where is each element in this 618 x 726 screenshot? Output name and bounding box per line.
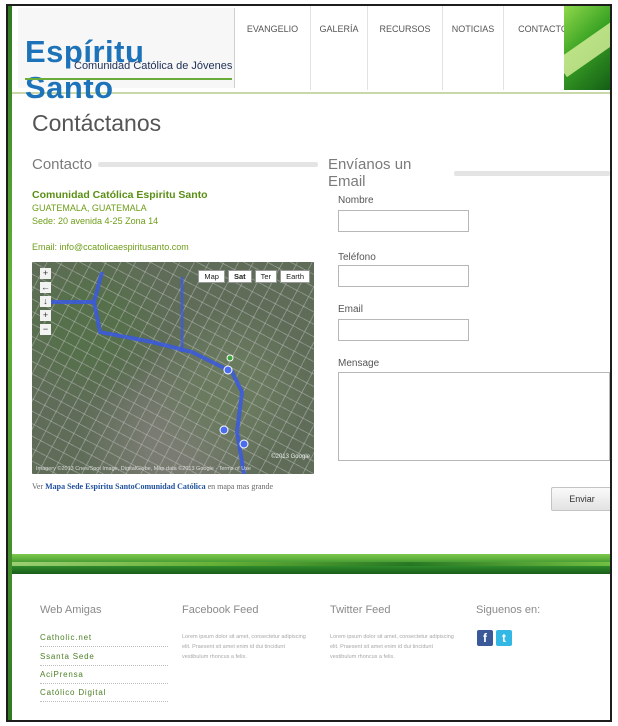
facebook-glyph: f <box>483 631 487 645</box>
page-title: Contáctanos <box>32 110 162 136</box>
web-amigas-heading: Web Amigas <box>40 604 102 616</box>
email-label: Email <box>338 304 364 315</box>
map-type-ter[interactable]: Ter <box>254 270 278 283</box>
facebook-feed-heading: Facebook Feed <box>182 604 259 616</box>
site-logo[interactable]: Espíritu Santo Comunidad Católica de Jóv… <box>18 8 235 105</box>
browser-frame: Espíritu Santo Comunidad Católica de Jóv… <box>6 4 612 722</box>
map-routes <box>42 271 249 474</box>
name-field[interactable] <box>338 210 469 232</box>
phone-label: Teléfono <box>338 252 376 263</box>
name-label: Nombre <box>338 195 374 206</box>
email-field[interactable] <box>338 319 469 341</box>
footer-link-catolico-digital[interactable]: Católico Digital <box>40 688 168 702</box>
nav-galeria[interactable]: GALERÍA <box>311 6 368 90</box>
contact-email[interactable]: Email: info@ccatolicaespiritusanto.com <box>32 242 189 252</box>
phone-field[interactable] <box>338 265 469 287</box>
zoom-out-icon[interactable]: − <box>40 324 51 335</box>
footer-link-santa-sede[interactable]: Ssanta Sede <box>40 652 168 666</box>
org-name: Comunidad Católica Espiritu Santo <box>32 189 208 201</box>
message-field[interactable] <box>338 372 610 461</box>
contact-info: Comunidad Católica Espiritu Santo GUATEM… <box>32 189 208 228</box>
heading-bar <box>454 170 610 176</box>
map-link-prefix: Ver <box>32 482 44 491</box>
map-attribution: Imagery ©2013 Cnes/Spot Image, DigitalGl… <box>36 466 251 472</box>
map-type-map[interactable]: Map <box>198 270 225 283</box>
facebook-feed-text: Lorem ipsum dolor sit amet, consectetur … <box>182 634 306 660</box>
facebook-icon[interactable]: f <box>477 630 493 646</box>
twitter-feed-heading: Twitter Feed <box>330 604 391 616</box>
twitter-feed-text: Lorem ipsum dolor sit amet, consectetur … <box>330 634 454 660</box>
map-type-sat[interactable]: Sat <box>227 270 252 283</box>
footer-link-aciprensa[interactable]: AciPrensa <box>40 670 168 684</box>
zoom-in-icon[interactable]: + <box>40 310 51 321</box>
map-copyright: ©2013 Google <box>271 454 310 460</box>
twitter-glyph: t <box>502 631 506 645</box>
map-left-icon[interactable]: ← <box>40 282 51 293</box>
map-type-earth[interactable]: Earth <box>280 270 310 283</box>
map-pan-icon[interactable]: + <box>40 268 51 279</box>
site-footer: Web Amigas Catholic.net Ssanta Sede AciP… <box>12 574 610 720</box>
logo-underline <box>25 78 232 80</box>
header-decoration <box>564 6 610 90</box>
contact-heading-text: Contacto <box>32 156 93 173</box>
send-button[interactable]: Enviar <box>551 487 610 511</box>
nav-evangelio[interactable]: EVANGELIO <box>235 6 311 90</box>
email-heading: Envíanos un Email <box>328 156 610 190</box>
main-nav: EVANGELIO GALERÍA RECURSOS NOTICIAS CONT… <box>235 6 589 90</box>
map-down-icon[interactable]: ↓ <box>40 296 51 307</box>
footer-divider <box>12 554 610 574</box>
city: GUATEMALA, GUATEMALA <box>32 203 147 213</box>
social-heading: Siguenos en: <box>476 604 541 616</box>
contact-heading: Contacto <box>32 156 319 173</box>
nav-recursos[interactable]: RECURSOS <box>368 6 443 90</box>
map-zoom-controls: + ← ↓ + − <box>40 268 52 335</box>
map-large-link[interactable]: Mapa Sede Espíritu SantoComunidad Católi… <box>45 482 205 491</box>
twitter-icon[interactable]: t <box>496 630 512 646</box>
logo-subtitle: Comunidad Católica de Jóvenes <box>74 60 233 72</box>
site-header: Espíritu Santo Comunidad Católica de Jóv… <box>12 6 610 105</box>
footer-link-catholic[interactable]: Catholic.net <box>40 633 168 647</box>
nav-noticias[interactable]: NOTICIAS <box>443 6 504 90</box>
email-heading-text: Envíanos un Email <box>328 156 412 190</box>
heading-bar <box>98 162 319 167</box>
address: Sede: 20 avenida 4-25 Zona 14 <box>32 216 159 226</box>
message-label: Mensage <box>338 358 380 369</box>
map-type-switcher: Map Sat Ter Earth <box>198 270 310 283</box>
map-link-suffix: en mapa mas grande <box>207 482 274 491</box>
embedded-map[interactable]: + ← ↓ + − Map Sat Ter Earth ©2013 Google… <box>32 262 314 474</box>
map-link-line: Ver Mapa Sede Espíritu SantoComunidad Ca… <box>32 482 273 491</box>
